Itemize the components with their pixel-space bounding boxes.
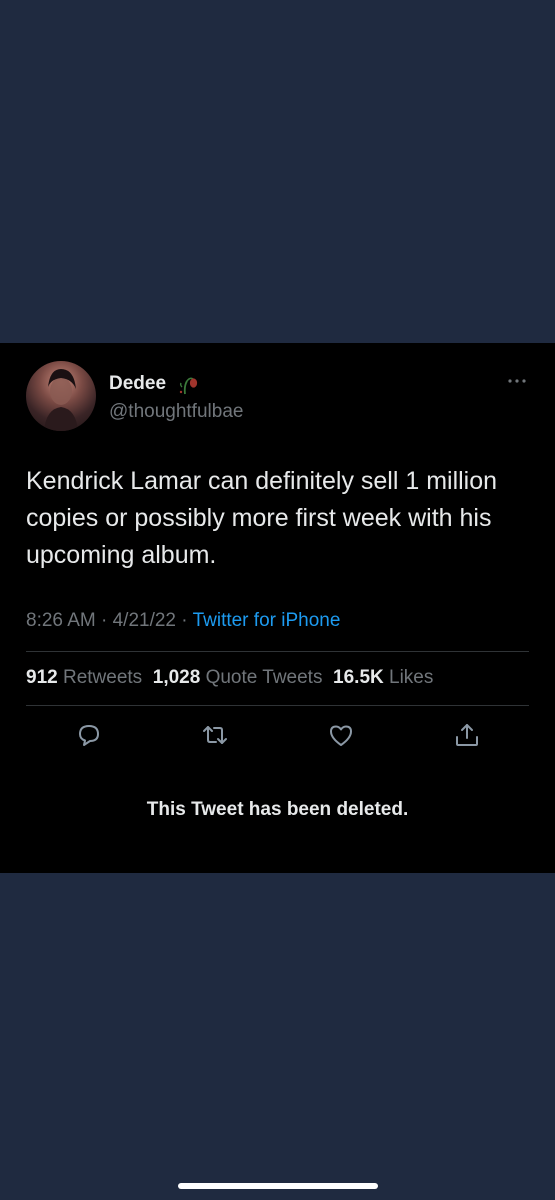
retweets-count: 912 [26, 667, 58, 688]
avatar-image [44, 369, 78, 431]
quote-tweets-stat[interactable]: 1,028 Quote Tweets [153, 667, 323, 688]
likes-count: 16.5K [333, 667, 384, 688]
quote-tweets-count: 1,028 [152, 667, 201, 688]
meta-separator: · [95, 610, 113, 631]
tweet-metadata: 8:26 AM · 4/21/22 · Twitter for iPhone [26, 609, 340, 633]
divider [26, 705, 529, 706]
tweet-time: 8:26 AM [26, 610, 96, 631]
display-name[interactable]: Dedee [109, 372, 166, 396]
share-icon[interactable] [452, 720, 482, 750]
divider [26, 651, 529, 652]
quote-tweets-label: Quote Tweets [205, 667, 323, 688]
more-options-icon[interactable] [506, 375, 528, 387]
retweet-icon[interactable] [200, 720, 230, 750]
likes-stat[interactable]: 16.5K Likes [333, 667, 433, 688]
tweet-text: Kendrick Lamar can definitely sell 1 mil… [26, 467, 498, 569]
tweet-stats: 912 Retweets 1,028 Quote Tweets 16.5K Li… [26, 666, 433, 690]
reply-icon[interactable] [74, 720, 104, 750]
likes-label: Likes [389, 667, 434, 688]
like-icon[interactable] [326, 720, 356, 750]
retweets-label: Retweets [62, 667, 143, 688]
home-indicator[interactable] [178, 1183, 378, 1189]
meta-separator: · [176, 610, 193, 631]
source-link[interactable]: Twitter for iPhone [193, 610, 341, 631]
avatar[interactable] [26, 361, 96, 431]
deleted-tweet-notice: This Tweet has been deleted. [146, 799, 409, 820]
wilted-rose-emoji [179, 377, 198, 395]
tweet-date: 4/21/22 [112, 610, 177, 631]
retweets-stat[interactable]: 912 Retweets [26, 667, 142, 688]
user-handle[interactable]: @thoughtfulbae [109, 400, 243, 424]
